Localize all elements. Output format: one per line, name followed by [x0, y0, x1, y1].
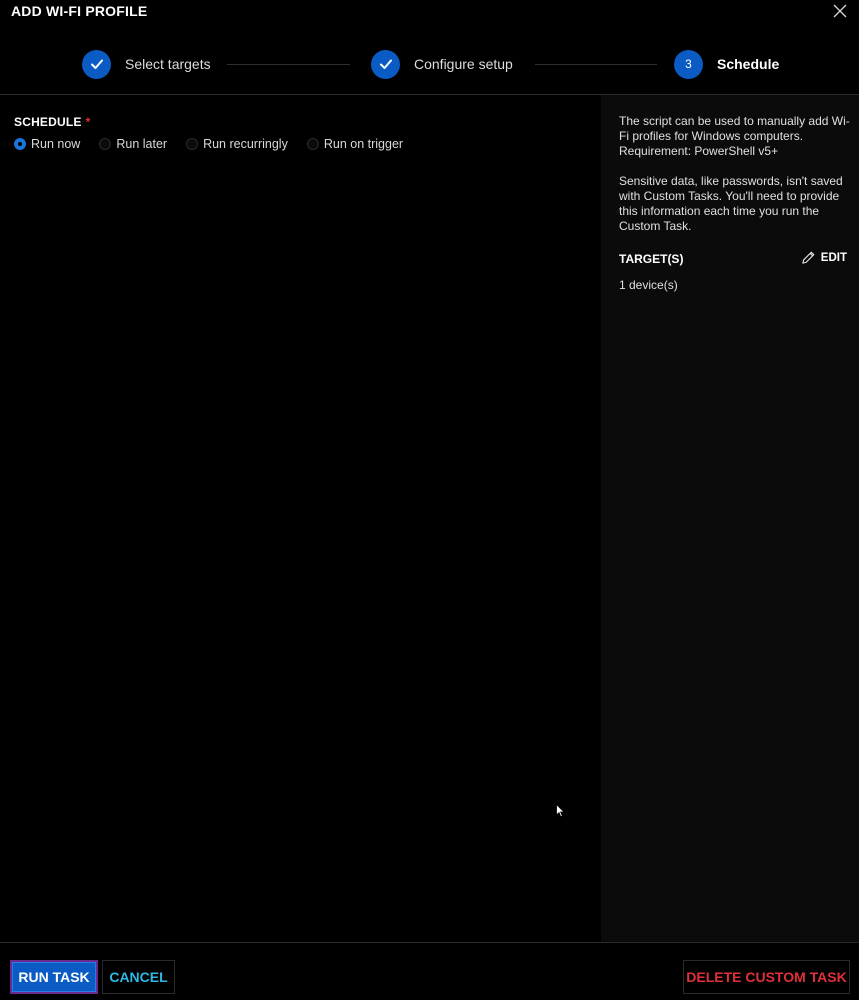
radio-indicator-selected[interactable]	[14, 138, 26, 150]
radio-label: Run now	[31, 137, 81, 151]
delete-custom-task-button[interactable]: DELETE CUSTOM TASK	[683, 960, 850, 994]
step-label: Schedule	[717, 56, 780, 72]
radio-label: Run recurringly	[203, 137, 288, 151]
step-number-badge: 3	[674, 49, 703, 79]
dialog-title: ADD WI-FI PROFILE	[11, 3, 148, 19]
schedule-label-text: SCHEDULE	[14, 115, 82, 129]
check-icon	[90, 59, 103, 69]
step-connector	[535, 64, 657, 65]
step-label: Configure setup	[414, 56, 513, 72]
radio-run-recurringly[interactable]: Run recurringly	[186, 137, 288, 151]
edit-label: EDIT	[820, 251, 847, 264]
step-schedule[interactable]: 3 Schedule	[674, 48, 779, 80]
radio-run-on-trigger[interactable]: Run on trigger	[306, 137, 404, 151]
info-side-panel: The script can be used to manually add W…	[601, 95, 859, 942]
step-select-targets[interactable]: Select targets	[82, 48, 211, 80]
radio-run-later[interactable]: Run later	[99, 137, 167, 151]
step-label: Select targets	[125, 56, 211, 72]
radio-label: Run on trigger	[323, 137, 404, 151]
schedule-section-label: SCHEDULE *	[14, 115, 90, 129]
add-wifi-profile-dialog: ADD WI-FI PROFILE Select targets Configu…	[0, 0, 859, 1000]
required-marker: *	[85, 115, 91, 129]
radio-indicator[interactable]	[306, 138, 319, 150]
step-connector	[227, 64, 350, 65]
radio-indicator[interactable]	[99, 138, 112, 150]
cancel-button[interactable]: CANCEL	[102, 960, 175, 994]
step-configure-setup[interactable]: Configure setup	[371, 48, 513, 80]
radio-label: Run later	[116, 137, 168, 151]
task-description: The script can be used to manually add W…	[619, 114, 851, 249]
targets-count: 1 device(s)	[619, 278, 678, 292]
run-task-button[interactable]: RUN TASK	[10, 960, 98, 994]
dialog-footer: RUN TASK CANCEL DELETE CUSTOM TASK	[0, 943, 859, 1000]
schedule-radio-group: Run now Run later Run recurringly Run on…	[14, 137, 422, 151]
check-icon	[379, 59, 392, 69]
step-complete-indicator	[371, 49, 400, 79]
pencil-icon	[802, 251, 815, 264]
radio-indicator[interactable]	[186, 138, 199, 150]
targets-heading: TARGET(S)	[619, 252, 684, 266]
mouse-cursor-icon	[556, 804, 565, 818]
radio-run-now[interactable]: Run now	[14, 137, 80, 151]
sensitive-data-note: Sensitive data, like passwords, isn't sa…	[619, 174, 843, 233]
description-text: The script can be used to manually add W…	[619, 114, 850, 158]
edit-targets-button[interactable]: EDIT	[801, 250, 847, 265]
close-button[interactable]	[831, 2, 849, 20]
wizard-stepper: Select targets Configure setup 3 Schedul…	[0, 48, 859, 80]
main-content: SCHEDULE * Run now Run later Run recurrin…	[0, 95, 601, 942]
close-icon	[833, 4, 847, 18]
step-complete-indicator	[82, 49, 111, 79]
